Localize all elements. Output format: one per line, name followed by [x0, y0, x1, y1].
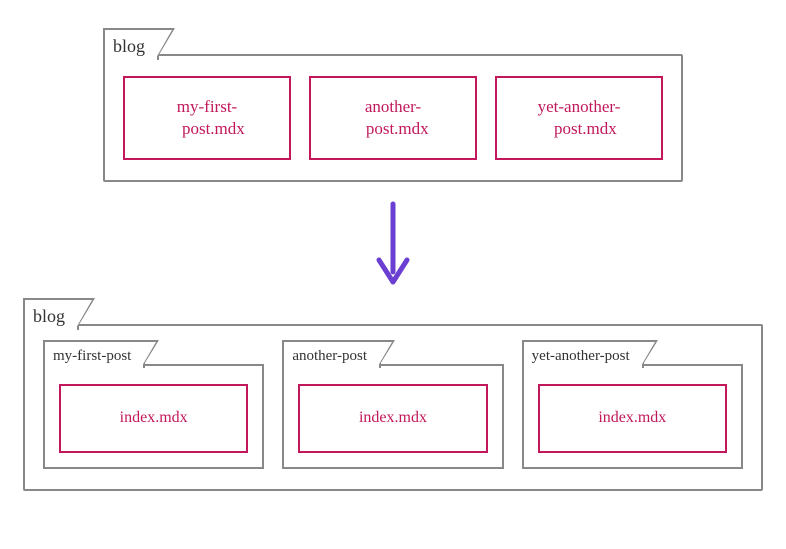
file-card: index.mdx [298, 384, 487, 453]
folder-label: blog [33, 306, 65, 327]
subfolder: yet-another-post index.mdx [522, 364, 743, 469]
transform-arrow [20, 200, 766, 290]
file-card: yet-another- post.mdx [495, 76, 663, 160]
file-card: index.mdx [538, 384, 727, 453]
folder-tab: another-post [282, 340, 381, 368]
folder-tab: blog [103, 28, 159, 60]
folder-tab: yet-another-post [522, 340, 644, 368]
top-blog-folder: blog my-first- post.mdx another- post.md… [103, 54, 683, 182]
subfolder: my-first-post index.mdx [43, 364, 264, 469]
subfolder-label: yet-another-post [532, 348, 630, 365]
file-card: my-first- post.mdx [123, 76, 291, 160]
file-card: another- post.mdx [309, 76, 477, 160]
subfolder-label: my-first-post [53, 348, 131, 365]
arrow-down-icon [373, 200, 413, 290]
file-card: index.mdx [59, 384, 248, 453]
folder-label: blog [113, 36, 145, 57]
folder-tab: blog [23, 298, 79, 330]
bottom-blog-folder: blog my-first-post index.mdx another-pos… [23, 324, 763, 491]
folder-tab: my-first-post [43, 340, 145, 368]
subfolder-label: another-post [292, 348, 367, 365]
subfolder: another-post index.mdx [282, 364, 503, 469]
